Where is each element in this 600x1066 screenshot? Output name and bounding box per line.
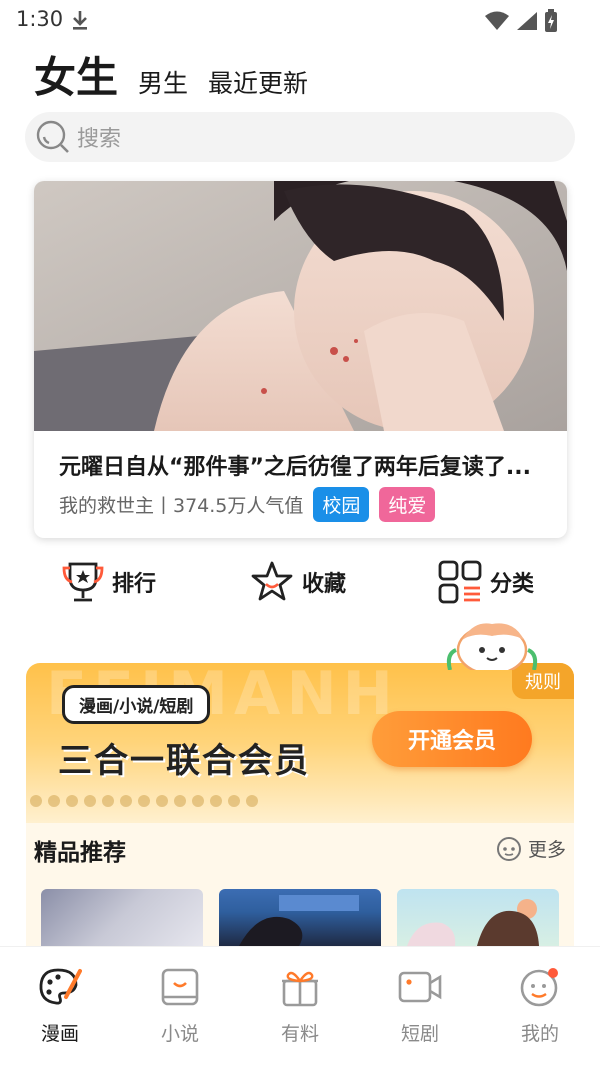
featured-subtitle: 我的救世主丨374.5万人气值 <box>59 495 304 517</box>
open-membership-button[interactable]: 开通会员 <box>372 711 532 767</box>
tab-recent-updates[interactable]: 最近更新 <box>208 64 308 104</box>
palette-icon <box>39 968 82 1005</box>
tag-romance[interactable]: 纯爱 <box>379 487 436 522</box>
featured-cover-image <box>34 181 567 431</box>
nav-profile[interactable]: 我的 <box>490 967 590 1046</box>
featured-title: 元曜日自从“那件事”之后彷徨了两年后复读了... <box>59 455 531 480</box>
book-icon <box>161 968 199 1006</box>
nav-comics[interactable]: 漫画 <box>10 967 110 1046</box>
featured-comic-card[interactable]: 元曜日自从“那件事”之后彷徨了两年后复读了... 我的救世主丨374.5万人气值… <box>34 181 567 538</box>
ranking-button[interactable]: 排行 <box>62 560 156 604</box>
vip-headline: 三合一联合会员 <box>58 741 310 781</box>
search-input[interactable]: 搜索 <box>25 112 575 162</box>
category-label: 分类 <box>490 572 535 597</box>
recommend-more-label: 更多 <box>527 839 566 861</box>
featured-meta: 我的救世主丨374.5万人气值 校园 纯爱 <box>59 487 436 522</box>
tab-male[interactable]: 男生 <box>138 64 188 104</box>
battery-icon <box>545 9 557 32</box>
tab-female[interactable]: 女生 <box>34 52 118 104</box>
status-bar: 1:30 <box>0 0 600 44</box>
search-icon <box>36 120 69 153</box>
nav-materials[interactable]: 有料 <box>250 967 350 1046</box>
vip-decor-dots <box>30 795 258 807</box>
trophy-icon <box>62 562 104 602</box>
favorites-button[interactable]: 收藏 <box>250 560 346 604</box>
gift-icon <box>282 971 318 1007</box>
recommend-section: 精品推荐 更多 <box>26 823 574 946</box>
signal-icon <box>517 12 537 30</box>
recommend-comic-2-art <box>239 895 359 946</box>
profile-icon <box>520 968 558 1007</box>
recommend-comic-3-art <box>407 899 539 946</box>
more-dots-icon <box>496 836 521 861</box>
recommend-comic-3[interactable] <box>397 889 559 946</box>
top-tabs: 女生 男生 最近更新 <box>34 52 308 104</box>
status-time: 1:30 <box>16 7 64 31</box>
nav-short-dramas[interactable]: 短剧 <box>370 967 470 1046</box>
system-icons <box>484 9 558 33</box>
recommend-comic-1[interactable] <box>41 889 203 946</box>
nav-novels-label: 小说 <box>160 1023 199 1045</box>
vip-banner[interactable]: FEIMANH 规则 漫画/小说/短剧 三合一联合会员 开通会员 <box>26 663 574 823</box>
nav-novels[interactable]: 小说 <box>130 967 230 1046</box>
bottom-nav: 漫画 小说 有料 短剧 我的 <box>0 946 600 1066</box>
nav-short-dramas-label: 短剧 <box>400 1023 439 1045</box>
grid-icon <box>438 560 482 604</box>
nav-comics-label: 漫画 <box>40 1023 79 1045</box>
wifi-icon <box>485 11 509 30</box>
star-icon <box>251 561 293 601</box>
video-icon <box>398 971 442 1003</box>
category-button[interactable]: 分类 <box>438 560 534 604</box>
vip-bubble-label: 漫画/小说/短剧 <box>62 685 211 724</box>
search-placeholder: 搜索 <box>77 127 122 152</box>
mascot-icon <box>446 623 538 670</box>
favorites-label: 收藏 <box>302 572 347 597</box>
nav-materials-label: 有料 <box>280 1023 319 1045</box>
recommend-comic-2[interactable] <box>219 889 381 946</box>
nav-profile-label: 我的 <box>520 1023 559 1045</box>
tag-campus[interactable]: 校园 <box>313 487 370 522</box>
download-icon <box>73 11 87 30</box>
recommend-title: 精品推荐 <box>34 840 126 866</box>
recommend-more-button[interactable]: 更多 <box>496 835 566 862</box>
quick-actions: 排行 收藏 分类 <box>0 560 600 610</box>
ranking-label: 排行 <box>112 572 157 597</box>
